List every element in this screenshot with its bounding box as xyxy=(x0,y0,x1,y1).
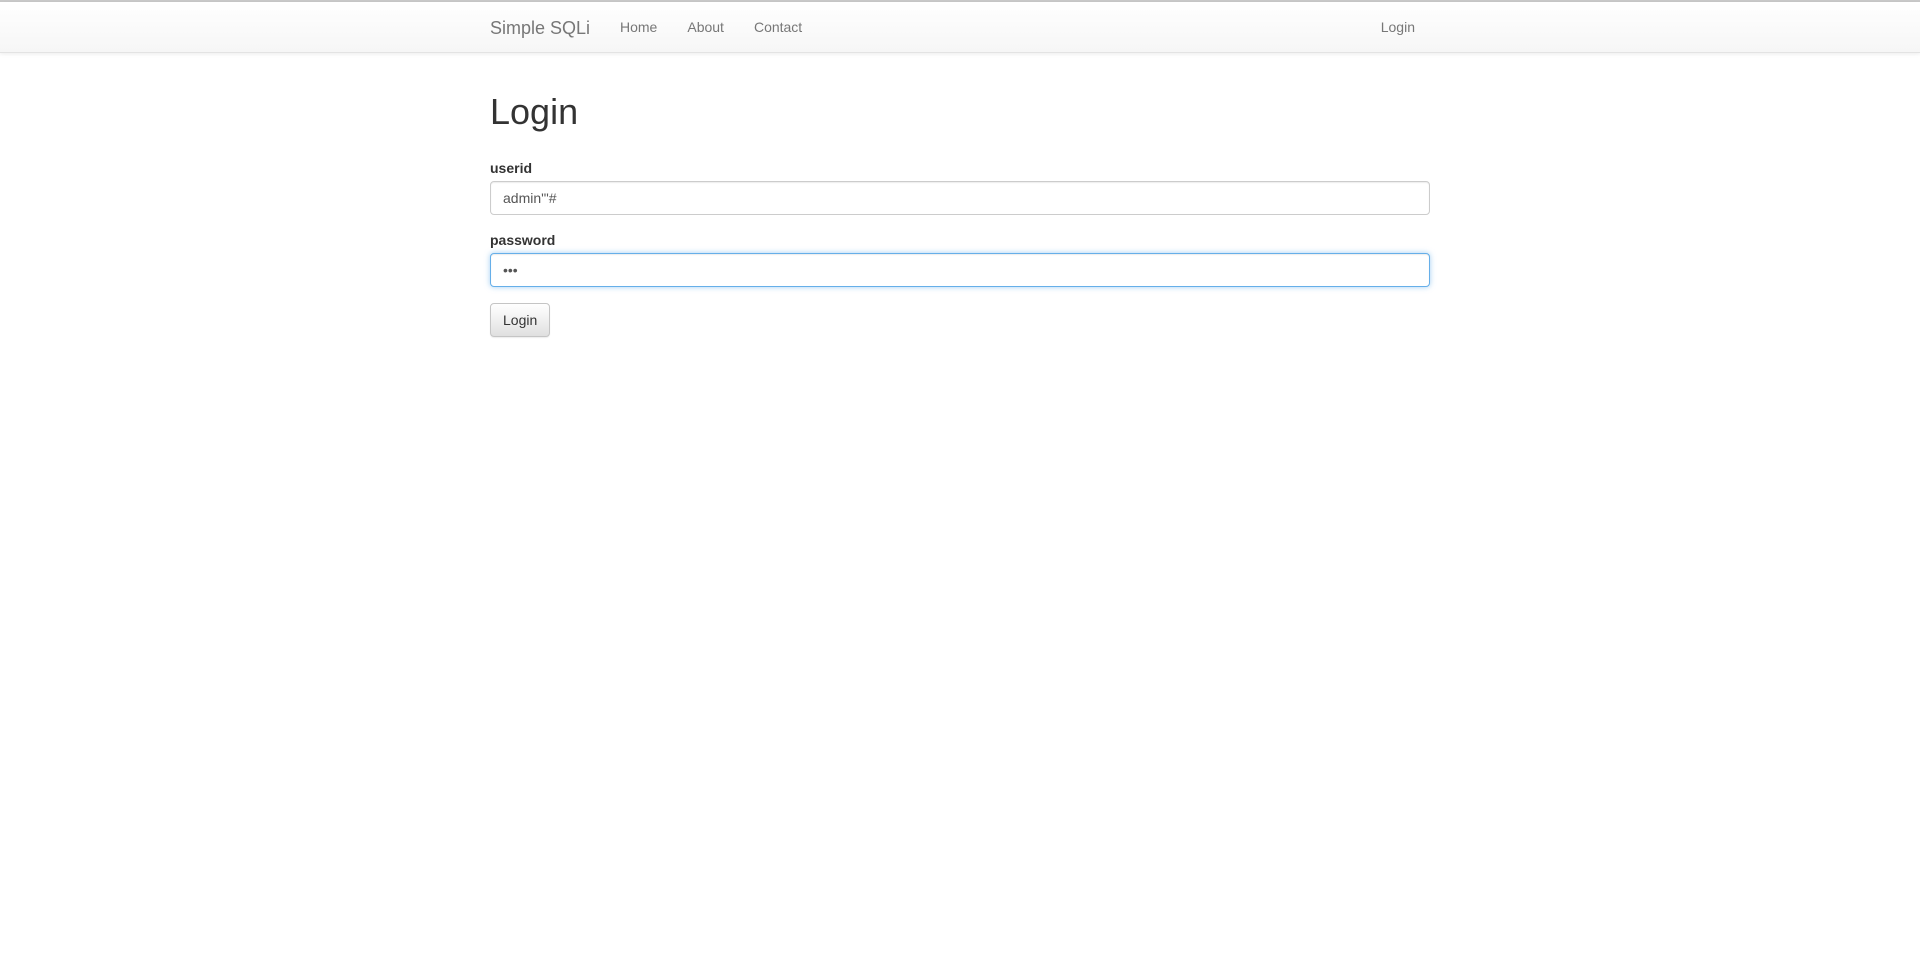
login-submit-button[interactable]: Login xyxy=(490,303,551,337)
brand-link[interactable]: Simple SQLi xyxy=(490,18,590,38)
userid-label: userid xyxy=(490,160,533,176)
main-content: Login userid password Login xyxy=(490,92,1430,337)
userid-group: userid xyxy=(490,158,1430,215)
nav-link-login[interactable]: Login xyxy=(1381,2,1415,53)
password-input[interactable] xyxy=(490,253,1430,287)
navbar-container: Simple SQLi Home About Contact Login xyxy=(490,2,1430,52)
nav-item-about: About xyxy=(672,2,739,52)
navbar: Simple SQLi Home About Contact Login xyxy=(0,2,1920,53)
userid-input[interactable] xyxy=(490,181,1430,215)
password-label: password xyxy=(490,232,556,248)
nav-item-home: Home xyxy=(620,2,672,52)
login-form: userid password Login xyxy=(490,158,1430,337)
page-title: Login xyxy=(490,91,579,132)
nav-item-contact: Contact xyxy=(739,2,817,52)
password-group: password xyxy=(490,230,1430,287)
nav-links: Home About Contact xyxy=(620,2,817,52)
nav-link-contact[interactable]: Contact xyxy=(739,2,817,53)
nav-link-about[interactable]: About xyxy=(672,2,739,53)
nav-link-home[interactable]: Home xyxy=(620,2,672,53)
